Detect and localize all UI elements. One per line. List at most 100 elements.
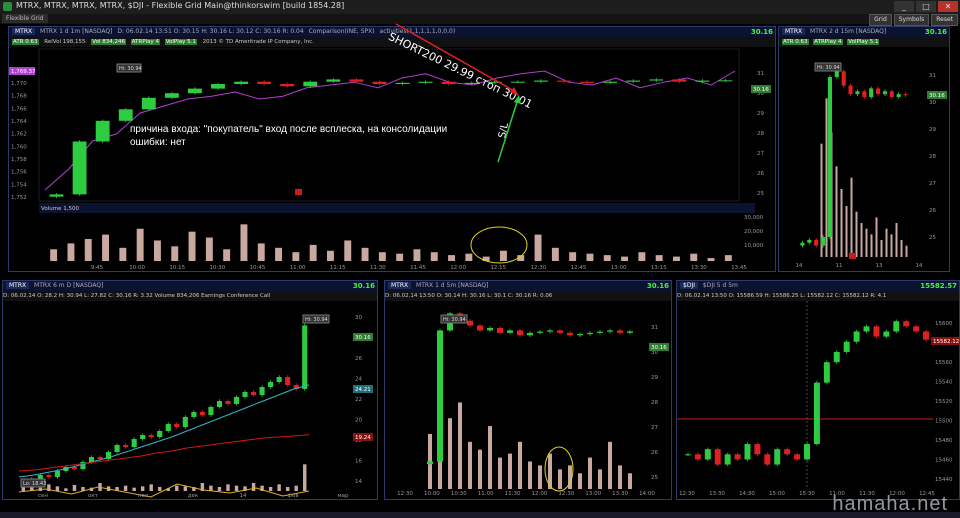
minimize-button[interactable]: _ — [894, 1, 914, 12]
volume-bar — [344, 240, 352, 261]
fivemin-price-axis: 29 — [651, 375, 658, 381]
fivemin-time-label: 12:30 — [397, 491, 413, 497]
daily-price-axis: 22 — [355, 397, 362, 403]
dji-candle — [873, 326, 880, 337]
daily-candle — [225, 401, 231, 404]
time-axis-label: 10:15 — [169, 265, 185, 271]
reset-button[interactable]: Reset — [931, 14, 958, 26]
small-volume-bar — [870, 234, 873, 257]
small-price-axis: 30 — [929, 100, 936, 106]
maximize-button[interactable]: □ — [916, 1, 936, 12]
price-axis-label: 1,758 — [11, 157, 27, 163]
volume-bar — [413, 249, 421, 261]
time-axis-label: 11:30 — [370, 265, 386, 271]
fivemin-volume-bar — [608, 441, 612, 489]
daily-candle — [199, 412, 205, 415]
small-volume-bar — [825, 98, 828, 257]
small-chart[interactable]: 31 30 29 28 27 26 25 30.16 Hi: 30.94 14 11 13 14 — [779, 27, 949, 271]
fivemin-volume-bar — [618, 465, 622, 489]
small-candle — [814, 239, 819, 246]
daily-time-label: фев — [287, 493, 298, 499]
volume-bar — [499, 250, 507, 261]
small-volume-bar — [845, 206, 848, 257]
small-volume-bar — [860, 223, 863, 257]
price-axis-label: 1,766 — [11, 106, 27, 112]
daily-volume-bar — [72, 485, 77, 491]
daily-candle — [174, 424, 180, 427]
fivemin-price-axis: 28 — [651, 400, 658, 406]
daily-price-axis: 26 — [355, 356, 362, 362]
time-axis-label: 13:00 — [611, 265, 627, 271]
fivemin-volume-bar — [528, 461, 532, 489]
daily-volume-bar — [277, 484, 281, 491]
small-time-label: 11 — [836, 263, 843, 269]
daily-chart[interactable]: 30282624222018161430.1624.2119.24Hi: 30.… — [3, 281, 377, 499]
time-axis-label: 9:45 — [91, 265, 104, 271]
ma-yellow-line — [18, 483, 310, 498]
fivemin-volume-bar — [628, 473, 632, 489]
daily-candle — [54, 471, 60, 477]
right-axis-label: 29 — [757, 111, 764, 117]
time-axis-label: 13:15 — [651, 265, 667, 271]
small-volume-bar — [840, 189, 843, 257]
layout-tag[interactable]: Flexible Grid — [2, 14, 48, 23]
main-chart[interactable]: 1,769.37 1,770 1,768 1,766 1,764 1,762 1,760 1,… — [9, 27, 775, 271]
small-candle — [807, 239, 812, 243]
symbols-button[interactable]: Symbols — [893, 14, 930, 26]
main-candle — [303, 81, 318, 87]
volume-bar — [240, 224, 248, 261]
daily-candle — [140, 435, 146, 439]
daily-price-axis: 16 — [355, 459, 362, 465]
fivemin-candle — [597, 331, 603, 333]
fivemin-candle — [487, 328, 493, 331]
daily-time-label: окт — [88, 493, 99, 499]
main-candle — [649, 79, 664, 81]
fivemin-candle — [627, 331, 633, 333]
small-candle — [882, 91, 887, 95]
price-axis-label: 1,762 — [11, 132, 27, 138]
fivemin-volume-bar — [478, 449, 482, 489]
right-axis-label: 31 — [757, 71, 764, 77]
dji-candle — [714, 449, 721, 465]
volume-bar — [153, 240, 161, 261]
small-candle — [841, 71, 846, 86]
volume-bar — [448, 255, 456, 261]
fivemin-chart[interactable]: 3130292827262530.16Hi: 30.9412:30 10:00 10… — [385, 281, 671, 499]
dji-price-axis: 15520 — [935, 399, 953, 405]
dji-candle — [724, 454, 731, 465]
small-candle — [821, 237, 826, 246]
main-candle — [188, 88, 202, 94]
fivemin-volume-bar — [458, 402, 462, 489]
dji-candle — [754, 444, 761, 455]
daily-time-label: ноя — [138, 493, 148, 499]
dji-candle — [694, 454, 701, 460]
dji-price-axis: 15500 — [935, 419, 953, 425]
small-volume-bar — [900, 240, 903, 257]
daily-time-label: мар — [337, 493, 349, 499]
dji-candle — [794, 454, 801, 460]
fivemin-candle — [497, 328, 503, 333]
panel-main: MTRX MTRX 1 d 1m [NASDAQ] D: 06.02.14 13… — [8, 26, 776, 272]
close-button[interactable]: ✕ — [938, 1, 958, 12]
main-candle — [672, 79, 687, 82]
fivemin-candle — [437, 330, 443, 462]
dji-candle — [913, 326, 920, 332]
volume-bar — [621, 256, 629, 261]
fivemin-candle — [607, 330, 613, 332]
time-axis-label: 11:45 — [410, 265, 426, 271]
fivemin-time-label: 12:00 — [532, 491, 548, 497]
fivemin-candle — [537, 331, 543, 333]
volume-bar — [690, 253, 698, 261]
fivemin-candle — [427, 461, 433, 464]
daily-time-label: дек — [188, 493, 199, 499]
main-candle — [49, 194, 64, 197]
fivemin-candle — [567, 332, 573, 336]
reason-line-2: ошибки: нет — [130, 137, 186, 148]
dji-candle — [704, 449, 711, 460]
fivemin-volume-bar — [518, 441, 522, 489]
dji-chart[interactable]: 1560015580155601554015520155001548015460… — [677, 281, 959, 499]
watermark: hamaha.net — [832, 493, 948, 515]
main-candle — [164, 93, 179, 98]
grid-button[interactable]: Grid — [869, 14, 892, 26]
time-axis-label: 12:15 — [490, 265, 506, 271]
